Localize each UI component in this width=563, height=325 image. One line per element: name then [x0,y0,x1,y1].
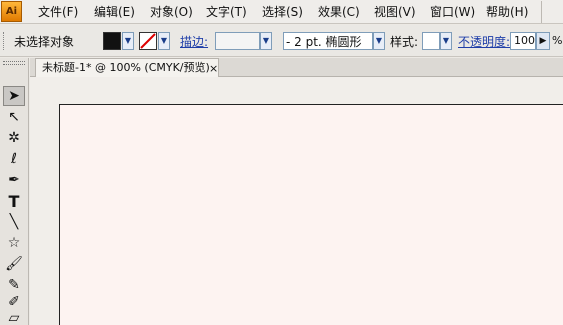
control-bar-grip[interactable] [3,32,5,50]
brush-definition-value: - 2 pt. 椭圆形 [286,35,362,49]
fill-color-swatch[interactable] [103,32,121,50]
fill-dropdown-button[interactable]: ▼ [122,32,134,50]
stroke-color-swatch[interactable] [139,32,157,50]
magic-wand-tool-icon[interactable]: ✲ [3,128,25,148]
stroke-dropdown-button[interactable]: ▼ [158,32,170,50]
menu-file[interactable]: 文件(F) [38,3,78,21]
eraser-tool-icon[interactable]: ▱ [3,308,25,325]
menu-type[interactable]: 文字(T) [206,3,247,21]
paintbrush-tool-icon[interactable]: 🖌 [3,254,25,274]
graphic-style-swatch[interactable] [422,32,440,50]
opacity-slider-button[interactable]: ▶ [536,32,550,50]
opacity-percent-sign: % [552,34,563,47]
no-stroke-icon [140,33,156,49]
opacity-value: 100 [514,34,535,47]
selection-tool-icon[interactable]: ➤ [3,86,25,106]
stroke-panel-link[interactable]: 描边: [180,33,208,50]
type-tool-icon[interactable]: T [3,191,25,211]
app-logo[interactable]: Ai [1,1,22,22]
document-tab-strip: 未标题-1* @ 100% (CMYK/预览) × [30,58,563,77]
menu-object[interactable]: 对象(O) [150,3,193,21]
close-icon[interactable]: × [209,60,218,77]
tools-panel-grip[interactable] [3,61,25,65]
lasso-tool-icon[interactable]: ℓ [3,149,25,169]
document-tab[interactable]: 未标题-1* @ 100% (CMYK/预览) × [35,58,219,77]
direct-selection-tool-icon[interactable]: ↖ [3,107,25,127]
menu-select[interactable]: 选择(S) [262,3,303,21]
artboard[interactable] [59,104,563,325]
control-bar: 未选择对象 ▼ ▼ 描边: ▼ - 2 pt. 椭圆形 ▼ 样式: ▼ 不透明度… [0,25,563,57]
canvas-area[interactable] [30,77,563,325]
line-tool-icon[interactable]: ╲ [3,212,25,232]
menu-window[interactable]: 窗口(W) [430,3,475,21]
workspace-switcher-button[interactable] [541,1,563,23]
menu-help[interactable]: 帮助(H) [486,3,528,21]
tools-panel: ➤ ↖ ✲ ℓ ✒ T ╲ ☆ 🖌 ✎ ✐ ▱ [0,58,29,325]
opacity-panel-link[interactable]: 不透明度: [458,33,510,50]
graphic-style-dropdown[interactable]: ▼ [440,32,452,50]
star-tool-icon[interactable]: ☆ [3,233,25,253]
menu-view[interactable]: 视图(V) [374,3,416,21]
brush-definition-dropdown[interactable]: ▼ [373,32,385,50]
menu-bar: Ai 文件(F) 编辑(E) 对象(O) 文字(T) 选择(S) 效果(C) 视… [0,0,563,24]
stroke-weight-field[interactable] [215,32,260,50]
menu-effect[interactable]: 效果(C) [318,3,360,21]
document-tab-title: 未标题-1* @ 100% (CMYK/预览) [42,61,210,74]
pen-tool-icon[interactable]: ✒ [3,170,25,190]
menu-edit[interactable]: 编辑(E) [94,3,135,21]
selection-status: 未选择对象 [14,35,75,49]
stroke-weight-dropdown[interactable]: ▼ [260,32,272,50]
style-label: 样式: [390,35,419,49]
